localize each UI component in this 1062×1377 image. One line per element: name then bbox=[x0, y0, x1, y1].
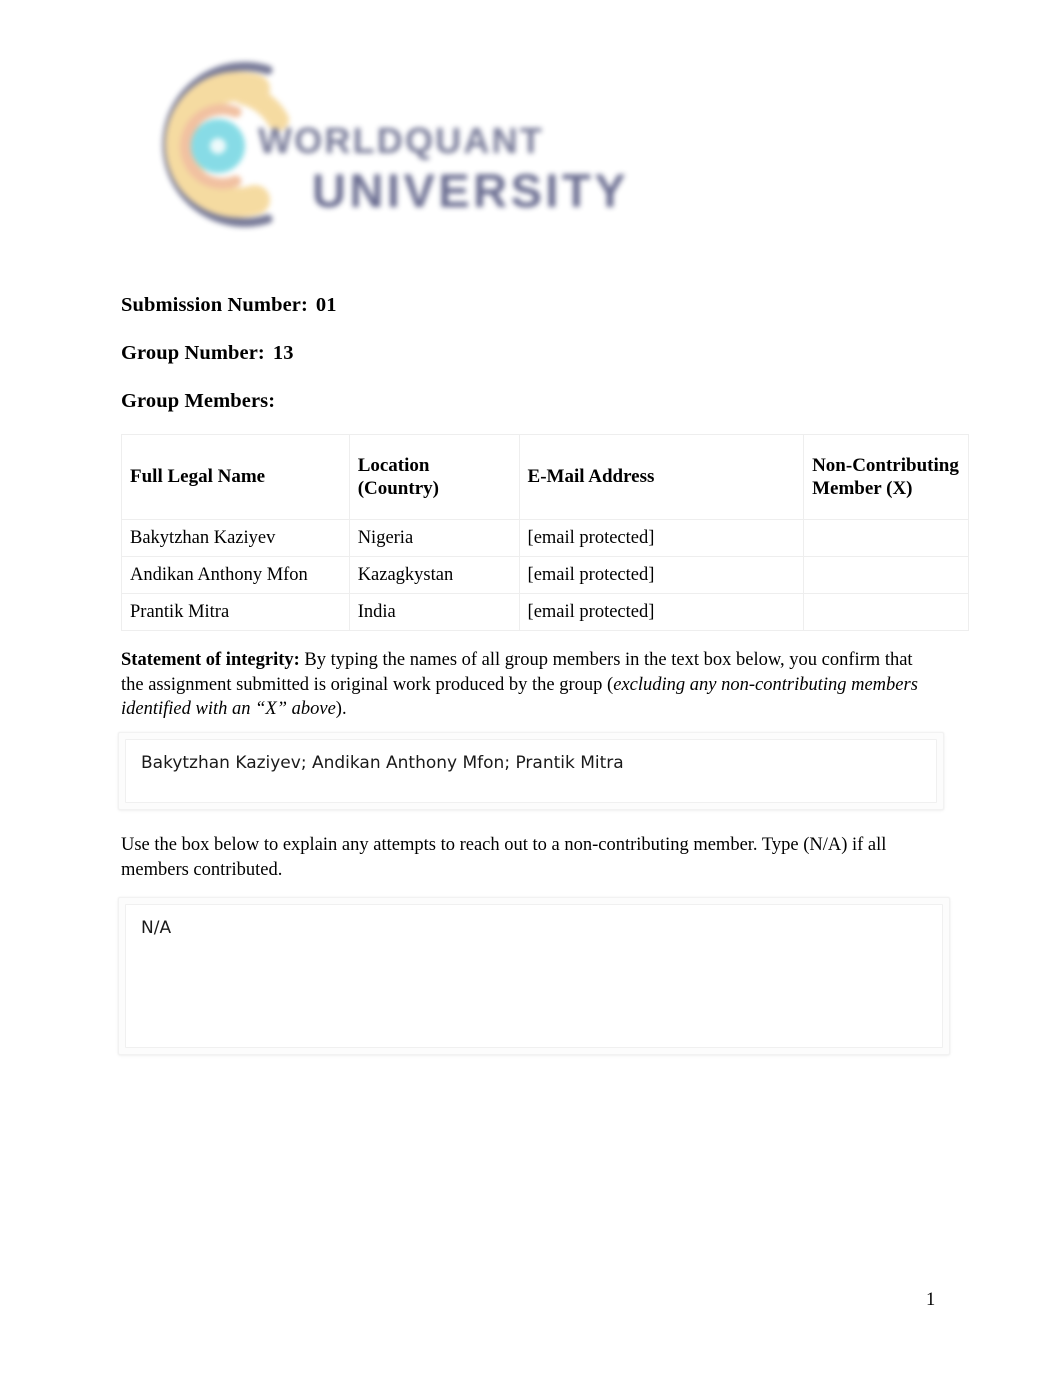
table-body: Bakytzhan Kaziyev Nigeria [email protect… bbox=[121, 519, 969, 631]
wordmark-line-1: WORLDQUANT bbox=[258, 120, 544, 161]
explain-outreach-textbox[interactable]: N/A bbox=[118, 897, 950, 1055]
table-header-row: Full Legal Name Location (Country) E-Mai… bbox=[121, 434, 969, 520]
table-row: Bakytzhan Kaziyev Nigeria [email protect… bbox=[121, 519, 969, 557]
cell-non-contributing bbox=[803, 519, 969, 557]
group-number-line: Group Number: 13 bbox=[121, 342, 294, 365]
cell-non-contributing bbox=[803, 593, 969, 631]
cell-email: [email protected] bbox=[518, 519, 805, 557]
header-non-contributing: Non-Contributing Member (X) bbox=[803, 434, 969, 520]
group-number-value: 13 bbox=[272, 342, 294, 364]
cell-full-legal-name: Prantik Mitra bbox=[121, 593, 350, 631]
document-page: WORLDQUANT UNIVERSITY Submission Number:… bbox=[0, 0, 1062, 1377]
logo-wordmark: WORLDQUANT UNIVERSITY bbox=[258, 120, 718, 250]
group-members-table: Full Legal Name Location (Country) E-Mai… bbox=[121, 434, 969, 631]
submission-number-line: Submission Number: 01 bbox=[121, 294, 337, 317]
cell-location: Kazagkystan bbox=[348, 556, 520, 594]
explain-instruction-paragraph: Use the box below to explain any attempt… bbox=[121, 835, 887, 880]
integrity-tail: ). bbox=[335, 699, 347, 720]
header-email-address: E-Mail Address bbox=[518, 434, 805, 520]
cell-email: [email protected] bbox=[518, 593, 805, 631]
university-logo: WORLDQUANT UNIVERSITY bbox=[118, 42, 718, 257]
header-full-legal-name: Full Legal Name bbox=[121, 434, 350, 520]
group-number-label: Group Number: bbox=[121, 342, 265, 364]
integrity-label: Statement of integrity: bbox=[121, 650, 300, 670]
cell-full-legal-name: Bakytzhan Kaziyev bbox=[121, 519, 350, 557]
page-number: 1 bbox=[926, 1290, 936, 1310]
submission-number-value: 01 bbox=[315, 294, 337, 316]
table-row: Andikan Anthony Mfon Kazagkystan [email … bbox=[121, 556, 969, 594]
group-members-heading: Group Members: bbox=[121, 390, 276, 412]
statement-of-integrity-paragraph: Statement of integrity: By typing the na… bbox=[121, 648, 926, 722]
cell-email: [email protected] bbox=[518, 556, 805, 594]
integrity-names-textbox-value[interactable]: Bakytzhan Kaziyev; Andikan Anthony Mfon;… bbox=[125, 739, 937, 803]
table-row: Prantik Mitra India [email protected] bbox=[121, 593, 969, 631]
cell-non-contributing bbox=[803, 556, 969, 594]
integrity-names-textbox[interactable]: Bakytzhan Kaziyev; Andikan Anthony Mfon;… bbox=[118, 732, 944, 810]
cell-location: India bbox=[348, 593, 520, 631]
submission-number-label: Submission Number: bbox=[121, 294, 308, 316]
wordmark-line-2: UNIVERSITY bbox=[312, 164, 630, 217]
header-location: Location (Country) bbox=[348, 434, 520, 520]
cell-full-legal-name: Andikan Anthony Mfon bbox=[121, 556, 350, 594]
explain-outreach-textbox-value[interactable]: N/A bbox=[125, 904, 943, 1048]
table-header: Full Legal Name Location (Country) E-Mai… bbox=[121, 434, 969, 520]
cell-location: Nigeria bbox=[348, 519, 520, 557]
